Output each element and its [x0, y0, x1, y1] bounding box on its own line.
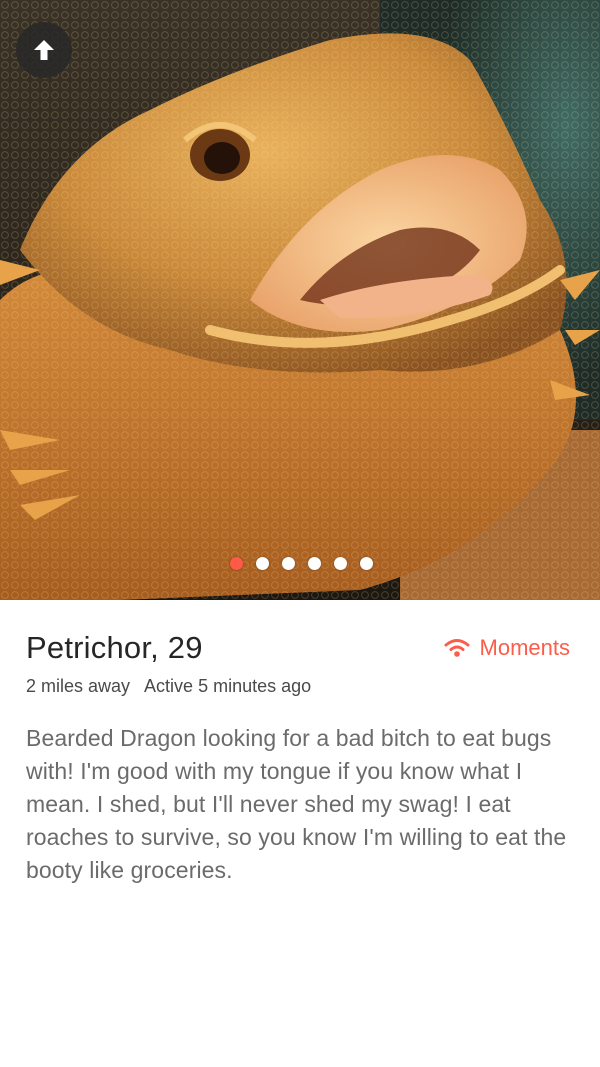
profile-name: Petrichor	[26, 630, 151, 665]
profile-name-age: Petrichor, 29	[26, 630, 203, 666]
distance-text: 2 miles away	[26, 676, 131, 696]
photo-dot-1[interactable]	[229, 557, 243, 570]
profile-meta: 2 miles away Active 5 minutes ago	[26, 676, 311, 697]
moments-label: Moments	[479, 635, 570, 660]
moments-button[interactable]: Moments	[444, 635, 570, 661]
arrow-up-icon	[34, 40, 54, 60]
profile-photo[interactable]	[0, 0, 600, 600]
bearded-dragon-photo	[0, 0, 600, 600]
profile-bio: Bearded Dragon looking for a bad bitch t…	[26, 725, 567, 883]
profile-info: Petrichor, 29 Moments 2 miles away Activ…	[0, 600, 600, 1067]
photo-dot-3[interactable]	[281, 557, 295, 570]
photo-dot-5[interactable]	[333, 557, 347, 570]
name-age-separator: ,	[150, 630, 168, 665]
back-up-button[interactable]	[16, 22, 72, 78]
photo-dot-2[interactable]	[255, 557, 269, 570]
profile-screen: Petrichor, 29 Moments 2 miles away Activ…	[0, 0, 600, 1067]
activity-text: Active 5 minutes ago	[144, 676, 312, 696]
wifi-signal-icon	[444, 639, 470, 657]
photo-page-indicator[interactable]	[0, 557, 600, 570]
photo-dot-6[interactable]	[359, 557, 373, 570]
photo-dot-4[interactable]	[307, 557, 321, 570]
profile-age: 29	[167, 630, 203, 665]
